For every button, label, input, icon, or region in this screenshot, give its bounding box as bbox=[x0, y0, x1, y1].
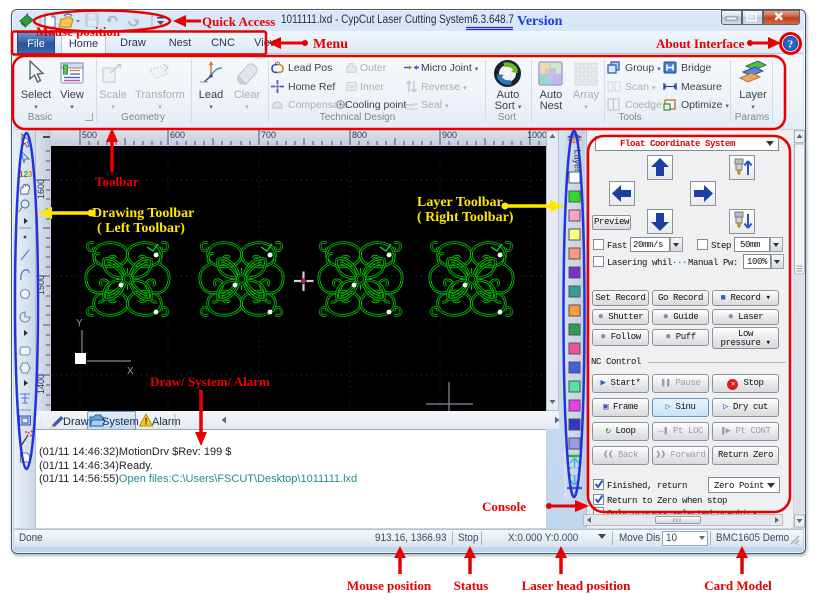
svg-text:About Interface: About Interface bbox=[656, 36, 745, 51]
svg-text:Laser head position: Laser head position bbox=[522, 578, 632, 593]
svg-text:( Left Toolbar): ( Left Toolbar) bbox=[97, 221, 185, 236]
svg-text:Drawing Toolbar: Drawing Toolbar bbox=[92, 206, 194, 221]
svg-text:Status: Status bbox=[454, 578, 489, 593]
svg-text:Layer Toolbar: Layer Toolbar bbox=[417, 195, 503, 210]
svg-text:Menu: Menu bbox=[313, 37, 348, 52]
svg-text:( Right Toolbar): ( Right Toolbar) bbox=[417, 210, 514, 225]
svg-text:Card Model: Card Model bbox=[704, 578, 772, 593]
svg-text:Quick Access: Quick Access bbox=[202, 14, 275, 29]
svg-text:Draw/ System/ Alarm: Draw/ System/ Alarm bbox=[150, 374, 270, 389]
svg-text:Mouse position: Mouse position bbox=[347, 578, 432, 593]
svg-text:Toolbar: Toolbar bbox=[95, 174, 139, 189]
svg-text:Version: Version bbox=[517, 14, 563, 29]
svg-text:Console: Console bbox=[482, 499, 526, 514]
